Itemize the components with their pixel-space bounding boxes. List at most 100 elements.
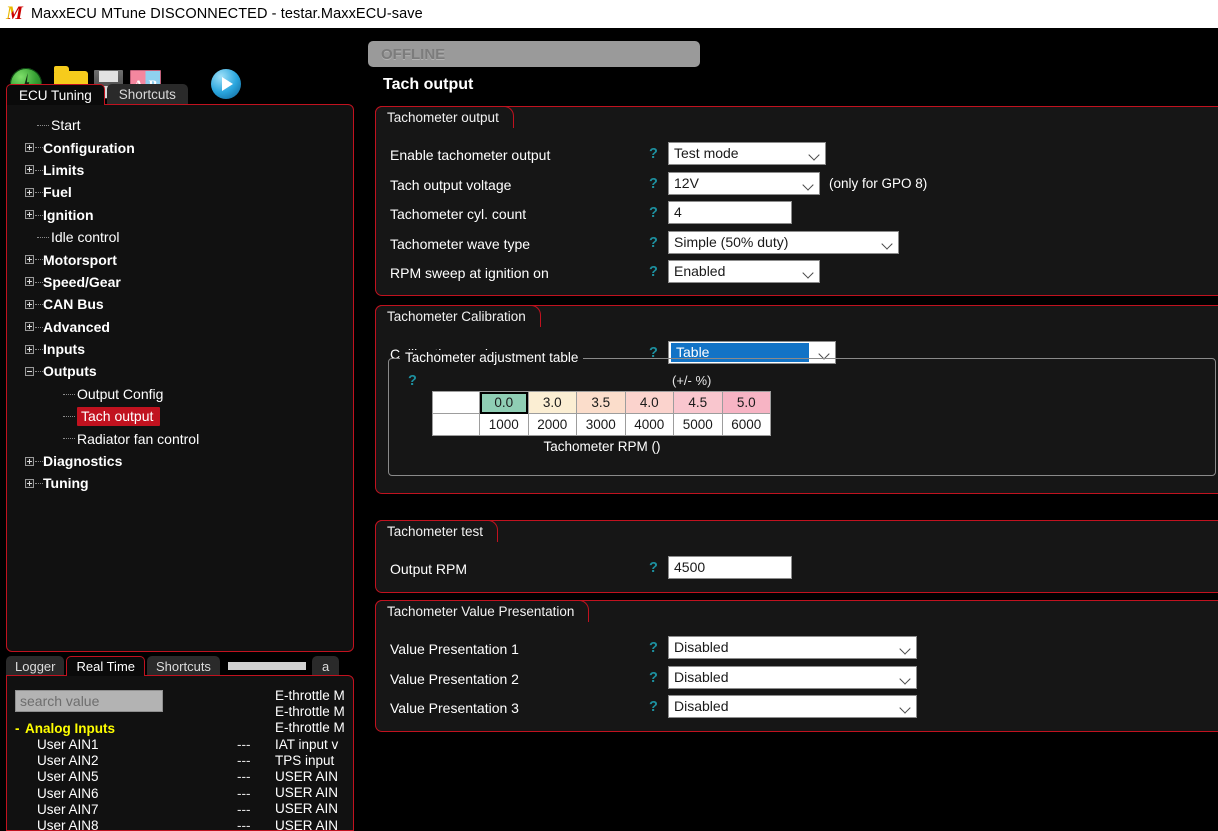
tab-shortcuts[interactable]: Shortcuts bbox=[106, 84, 188, 105]
help-icon[interactable]: ? bbox=[649, 264, 658, 280]
navigation-tree: Start Configuration Limits Fuel Ignition Idle… bbox=[7, 105, 353, 495]
tree-item-outputs[interactable]: Outputs bbox=[25, 360, 353, 382]
tab-extra[interactable]: a bbox=[311, 656, 340, 676]
collapse-icon[interactable] bbox=[25, 366, 34, 376]
real-time-right-column: E-throttle M E-throttle M E-throttle M IAT … bbox=[275, 688, 354, 831]
table-cell-axis[interactable]: 1000 bbox=[479, 413, 529, 436]
tree-connector bbox=[35, 460, 43, 462]
chevron-down-icon[interactable] bbox=[802, 178, 814, 191]
help-icon[interactable]: ? bbox=[649, 560, 658, 576]
chevron-down-icon[interactable] bbox=[899, 672, 911, 685]
tree-item-advanced[interactable]: Advanced bbox=[25, 316, 353, 338]
tab-logger[interactable]: Logger bbox=[6, 656, 65, 676]
tree-item-tach-output[interactable]: Tach output bbox=[25, 405, 353, 427]
adjustment-table-help-icon[interactable]: ? bbox=[408, 373, 417, 389]
dropdown-select[interactable]: Disabled bbox=[668, 665, 917, 689]
tachometer-value-presentation-panel-title: Tachometer Value Presentation bbox=[375, 600, 590, 624]
dropdown-select[interactable]: Simple (50% duty) bbox=[668, 230, 899, 254]
tree-item-can-bus[interactable]: CAN Bus bbox=[25, 293, 353, 315]
expand-icon[interactable] bbox=[25, 299, 34, 309]
chevron-down-icon[interactable] bbox=[899, 643, 911, 655]
expand-icon[interactable] bbox=[25, 322, 34, 332]
form-row: Tachometer cyl. count? 4 bbox=[376, 201, 1218, 231]
field-label: RPM sweep at ignition on bbox=[390, 265, 549, 282]
tab-real-time[interactable]: Real Time bbox=[66, 656, 146, 676]
chevron-down-icon[interactable] bbox=[881, 238, 893, 250]
expand-icon[interactable] bbox=[25, 187, 34, 197]
chevron-down-icon[interactable] bbox=[899, 702, 911, 714]
chevron-down-icon[interactable] bbox=[802, 267, 814, 280]
expand-icon[interactable] bbox=[25, 210, 34, 220]
help-icon[interactable]: ? bbox=[649, 670, 658, 686]
tree-item-motorsport[interactable]: Motorsport bbox=[25, 248, 353, 270]
text-input[interactable]: 4500 bbox=[668, 556, 792, 579]
expand-icon[interactable] bbox=[25, 478, 34, 488]
dropdown-select[interactable]: 12V bbox=[668, 171, 820, 195]
expand-icon[interactable] bbox=[25, 255, 34, 265]
tree-item-idle-control[interactable]: Idle control bbox=[25, 226, 353, 248]
help-icon[interactable]: ? bbox=[649, 205, 658, 221]
tree-item-configuration[interactable]: Configuration bbox=[25, 136, 353, 158]
text-input[interactable]: 4 bbox=[668, 201, 792, 225]
tree-item-output-config[interactable]: Output Config bbox=[25, 383, 353, 405]
tree-item-label: Limits bbox=[43, 161, 85, 178]
tree-item-label: Inputs bbox=[43, 341, 85, 358]
tree-item-ignition[interactable]: Ignition bbox=[25, 204, 353, 226]
list-item-right-label: USER AIN bbox=[275, 817, 339, 831]
dropdown-select[interactable]: Disabled bbox=[668, 695, 917, 719]
input-value: 4 bbox=[674, 204, 682, 221]
expand-icon[interactable] bbox=[25, 344, 34, 354]
search-input[interactable]: search value bbox=[15, 690, 163, 712]
table-cell-value[interactable]: 4.0 bbox=[624, 391, 674, 414]
table-cell-axis[interactable]: 2000 bbox=[527, 413, 577, 436]
chevron-down-icon[interactable] bbox=[808, 149, 820, 161]
start-icon[interactable] bbox=[211, 69, 241, 99]
list-item-right-label: USER AIN bbox=[275, 785, 339, 801]
table-cell-value[interactable]: 5.0 bbox=[721, 391, 771, 414]
tree-item-limits[interactable]: Limits bbox=[25, 159, 353, 181]
tree-item-tuning[interactable]: Tuning bbox=[25, 472, 353, 494]
help-icon[interactable]: ? bbox=[649, 176, 658, 192]
tachometer-adjustment-table[interactable]: 0.0 3.0 3.5 4.0 4.5 5.0 1000 2000 3000 4000 5000 6… bbox=[432, 391, 771, 436]
table-cell-value[interactable]: 3.0 bbox=[527, 391, 577, 414]
table-cell-axis[interactable]: 3000 bbox=[576, 413, 626, 436]
tab-drag-handle[interactable] bbox=[227, 662, 306, 670]
tree-item-diagnostics[interactable]: Diagnostics bbox=[25, 450, 353, 472]
table-cell-value[interactable]: 0.0 bbox=[479, 391, 529, 414]
tree-item-speed-gear[interactable]: Speed/Gear bbox=[25, 271, 353, 293]
help-icon[interactable]: ? bbox=[649, 235, 658, 251]
expand-icon[interactable] bbox=[25, 143, 34, 153]
tree-item-fuel[interactable]: Fuel bbox=[25, 181, 353, 203]
form-row: Tachometer wave type? Simple (50% duty) bbox=[376, 230, 1218, 261]
tree-connector bbox=[35, 214, 43, 216]
collapse-icon[interactable]: - bbox=[15, 721, 23, 736]
help-icon[interactable]: ? bbox=[649, 699, 658, 715]
dropdown-select[interactable]: Enabled bbox=[668, 260, 820, 284]
help-icon[interactable]: ? bbox=[649, 640, 658, 656]
table-cell-axis[interactable]: 6000 bbox=[721, 413, 771, 436]
tachometer-calibration-panel-title: Tachometer Calibration bbox=[375, 305, 541, 329]
tree-item-inputs[interactable]: Inputs bbox=[25, 338, 353, 360]
table-cell-axis[interactable]: 4000 bbox=[624, 413, 674, 436]
dropdown-select[interactable]: Test mode bbox=[668, 142, 826, 165]
expand-icon[interactable] bbox=[25, 165, 34, 175]
tree-connector bbox=[63, 416, 75, 418]
list-item-right-label: TPS input bbox=[275, 752, 335, 768]
tachometer-output-panel: Tachometer output Enable tachometer outp… bbox=[375, 106, 1218, 296]
table-cell-axis[interactable]: 5000 bbox=[673, 413, 723, 436]
help-icon[interactable]: ? bbox=[649, 146, 658, 162]
selected-option-text: Disabled bbox=[674, 639, 729, 655]
tree-connector bbox=[35, 192, 43, 194]
expand-icon[interactable] bbox=[25, 456, 34, 466]
dropdown-select[interactable]: Disabled bbox=[668, 636, 917, 659]
tab-shortcuts-bottom[interactable]: Shortcuts bbox=[147, 656, 220, 676]
table-row-values: 0.0 3.0 3.5 4.0 4.5 5.0 bbox=[432, 391, 771, 414]
table-row-axis: 1000 2000 3000 4000 5000 6000 bbox=[432, 413, 771, 436]
expand-icon[interactable] bbox=[25, 277, 34, 287]
list-item-right-label: USER AIN bbox=[275, 768, 339, 784]
table-cell-value[interactable]: 3.5 bbox=[576, 391, 626, 414]
tab-ecu-tuning[interactable]: ECU Tuning bbox=[6, 84, 105, 105]
tree-item-radiator-fan-control[interactable]: Radiator fan control bbox=[25, 427, 353, 449]
table-cell-value[interactable]: 4.5 bbox=[673, 391, 723, 414]
tree-item-start[interactable]: Start bbox=[25, 114, 353, 136]
